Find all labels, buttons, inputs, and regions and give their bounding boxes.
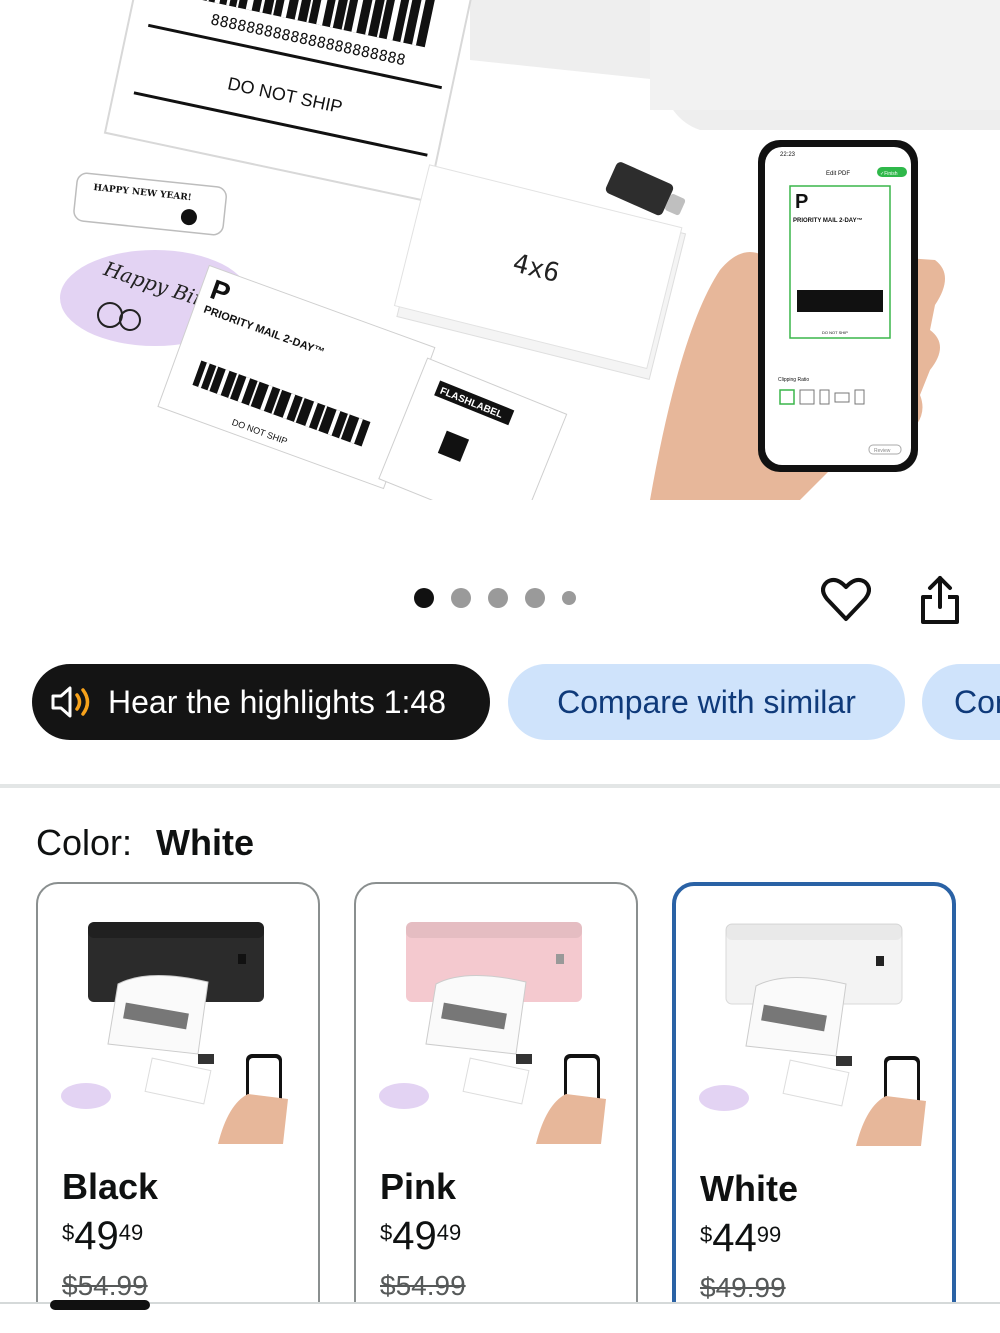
third-pill-label: Compare	[954, 683, 1000, 720]
compare-similar-button[interactable]: Compare with similar	[508, 664, 905, 740]
home-indicator[interactable]	[50, 1300, 150, 1310]
price-currency: $	[62, 1220, 75, 1245]
phone-finish: ✓Finish	[880, 171, 898, 177]
carousel-indicator[interactable]	[414, 588, 576, 608]
hear-highlights-label: Hear the highlights 1:48	[108, 683, 446, 720]
carousel-dot-5[interactable]	[562, 591, 576, 605]
phone-review: Review	[874, 448, 891, 454]
variant-list-price: $54.99	[380, 1270, 466, 1301]
variant-thumbnail-pink	[379, 922, 606, 1144]
bottom-toolbar	[0, 1302, 1000, 1333]
price-whole: 44	[712, 1216, 757, 1260]
variant-name: Black	[62, 1166, 159, 1207]
price-fraction: 99	[756, 1222, 782, 1247]
product-photo: 8888888888888888888888 DO NOT SHIP HAPPY…	[60, 0, 1000, 500]
price-fraction: 49	[436, 1220, 462, 1245]
variant-list-price: $49.99	[700, 1272, 786, 1303]
phone-title: Edit PDF	[826, 171, 850, 177]
heart-icon	[821, 577, 871, 621]
carousel-dot-1[interactable]	[414, 588, 434, 608]
variant-thumbnail-white	[699, 923, 926, 1146]
share-button[interactable]	[910, 570, 970, 630]
phone-mockup: 22:23 Edit PDF ✓Finish P PRIORITY MAIL 2…	[758, 140, 918, 472]
svg-text:P: P	[795, 191, 808, 213]
phone-clipping-ratio: Clipping Ratio	[778, 377, 809, 383]
price-fraction: 49	[118, 1220, 144, 1245]
price-currency: $	[380, 1220, 393, 1245]
variant-card-pink[interactable]: Pink $ 49 49 $54.99	[354, 882, 638, 1333]
price-currency: $	[700, 1222, 713, 1247]
phone-priority-text: PRIORITY MAIL 2-DAY™	[793, 217, 863, 224]
variant-thumbnail-black	[61, 922, 288, 1144]
variant-price: $ 49 49	[62, 1214, 143, 1258]
color-selection-header: Color: White	[36, 822, 254, 864]
variant-price: $ 44 99	[700, 1216, 781, 1260]
carousel-dot-3[interactable]	[488, 588, 508, 608]
speaker-icon	[51, 686, 90, 718]
carousel-dot-2[interactable]	[451, 588, 471, 608]
variant-card-black[interactable]: Black $ 49 49 $54.99	[36, 882, 320, 1333]
price-whole: 49	[392, 1214, 437, 1258]
third-pill-button[interactable]: Compare	[922, 664, 1000, 740]
share-icon	[921, 576, 959, 624]
phone-do-not-ship: DO NOT SHIP	[822, 330, 848, 335]
section-divider	[0, 784, 1000, 788]
action-pills: Hear the highlights 1:48 Compare with si…	[0, 664, 1000, 740]
color-selected-value: White	[156, 822, 255, 863]
price-whole: 49	[74, 1214, 119, 1258]
carousel-dot-4[interactable]	[525, 588, 545, 608]
phone-time: 22:23	[780, 152, 796, 158]
variant-name: White	[700, 1168, 798, 1209]
variant-card-white[interactable]: White $ 44 99 $49.99	[672, 882, 956, 1333]
color-label: Color:	[36, 822, 133, 863]
variant-list-price: $54.99	[62, 1270, 148, 1301]
favorite-button[interactable]	[816, 570, 876, 630]
hear-highlights-button[interactable]: Hear the highlights 1:48	[32, 664, 490, 740]
compare-similar-label: Compare with similar	[557, 683, 856, 720]
variant-price: $ 49 49	[380, 1214, 461, 1258]
product-hero-image[interactable]: 8888888888888888888888 DO NOT SHIP HAPPY…	[0, 0, 1000, 500]
variant-name: Pink	[380, 1166, 457, 1207]
